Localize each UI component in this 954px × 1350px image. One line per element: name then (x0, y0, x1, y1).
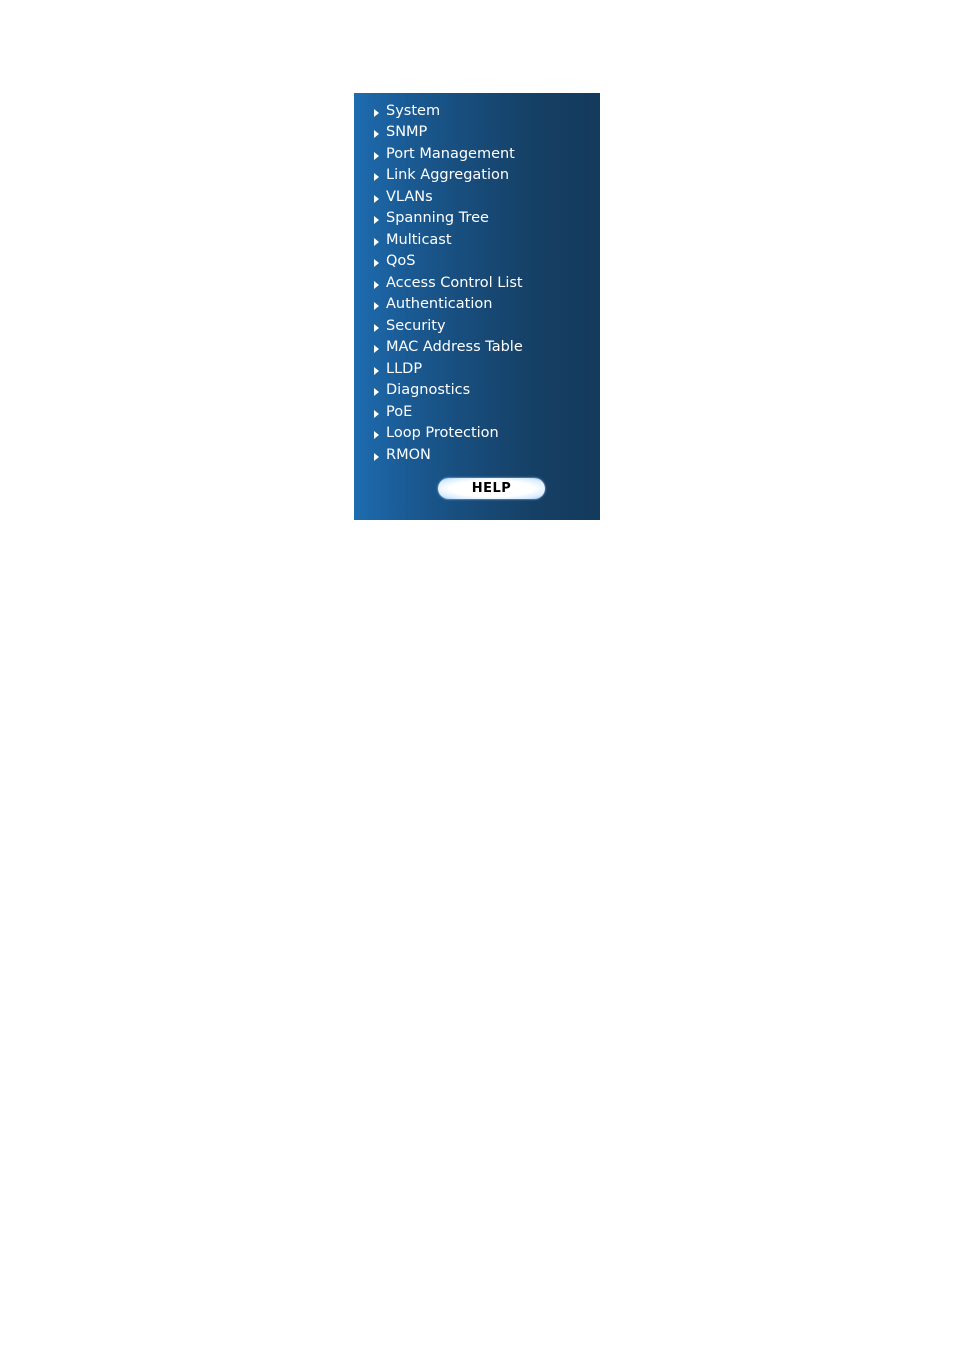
triangle-right-icon (374, 452, 379, 461)
triangle-right-icon (374, 173, 379, 182)
menu-item-label: Loop Protection (386, 425, 499, 442)
main-menu: System SNMP Port Management Link Aggrega… (374, 100, 523, 466)
menu-item-spanning-tree[interactable]: Spanning Tree (374, 208, 523, 230)
triangle-right-icon (374, 388, 379, 397)
help-button[interactable]: HELP (438, 478, 545, 499)
menu-item-mac-address-table[interactable]: MAC Address Table (374, 337, 523, 359)
menu-item-authentication[interactable]: Authentication (374, 294, 523, 316)
menu-item-label: Access Control List (386, 274, 523, 291)
menu-item-label: Multicast (386, 231, 452, 248)
menu-item-security[interactable]: Security (374, 315, 523, 337)
triangle-right-icon (374, 216, 379, 225)
triangle-right-icon (374, 280, 379, 289)
menu-item-label: Port Management (386, 145, 515, 162)
menu-item-label: Security (386, 317, 446, 334)
menu-item-link-aggregation[interactable]: Link Aggregation (374, 165, 523, 187)
menu-item-rmon[interactable]: RMON (374, 444, 523, 466)
triangle-right-icon (374, 409, 379, 418)
menu-item-port-management[interactable]: Port Management (374, 143, 523, 165)
menu-item-poe[interactable]: PoE (374, 401, 523, 423)
menu-item-loop-protection[interactable]: Loop Protection (374, 423, 523, 445)
menu-item-snmp[interactable]: SNMP (374, 122, 523, 144)
menu-item-qos[interactable]: QoS (374, 251, 523, 273)
menu-item-system[interactable]: System (374, 100, 523, 122)
menu-item-diagnostics[interactable]: Diagnostics (374, 380, 523, 402)
triangle-right-icon (374, 151, 379, 160)
menu-item-lldp[interactable]: LLDP (374, 358, 523, 380)
navigation-panel: System SNMP Port Management Link Aggrega… (354, 93, 600, 520)
menu-item-label: SNMP (386, 124, 428, 141)
triangle-right-icon (374, 237, 379, 246)
menu-item-label: Authentication (386, 296, 493, 313)
triangle-right-icon (374, 108, 379, 117)
triangle-right-icon (374, 366, 379, 375)
menu-item-label: LLDP (386, 360, 423, 377)
menu-item-label: Link Aggregation (386, 167, 510, 184)
menu-item-multicast[interactable]: Multicast (374, 229, 523, 251)
menu-item-vlans[interactable]: VLANs (374, 186, 523, 208)
triangle-right-icon (374, 259, 379, 268)
menu-item-label: VLANs (386, 188, 433, 205)
menu-item-label: Diagnostics (386, 382, 471, 399)
menu-item-label: MAC Address Table (386, 339, 523, 356)
menu-item-label: QoS (386, 253, 416, 270)
triangle-right-icon (374, 323, 379, 332)
triangle-right-icon (374, 345, 379, 354)
triangle-right-icon (374, 194, 379, 203)
triangle-right-icon (374, 302, 379, 311)
menu-item-label: System (386, 102, 441, 119)
menu-item-label: Spanning Tree (386, 210, 489, 227)
menu-item-access-control-list[interactable]: Access Control List (374, 272, 523, 294)
menu-item-label: PoE (386, 403, 413, 420)
triangle-right-icon (374, 431, 379, 440)
triangle-right-icon (374, 130, 379, 139)
menu-item-label: RMON (386, 446, 431, 463)
